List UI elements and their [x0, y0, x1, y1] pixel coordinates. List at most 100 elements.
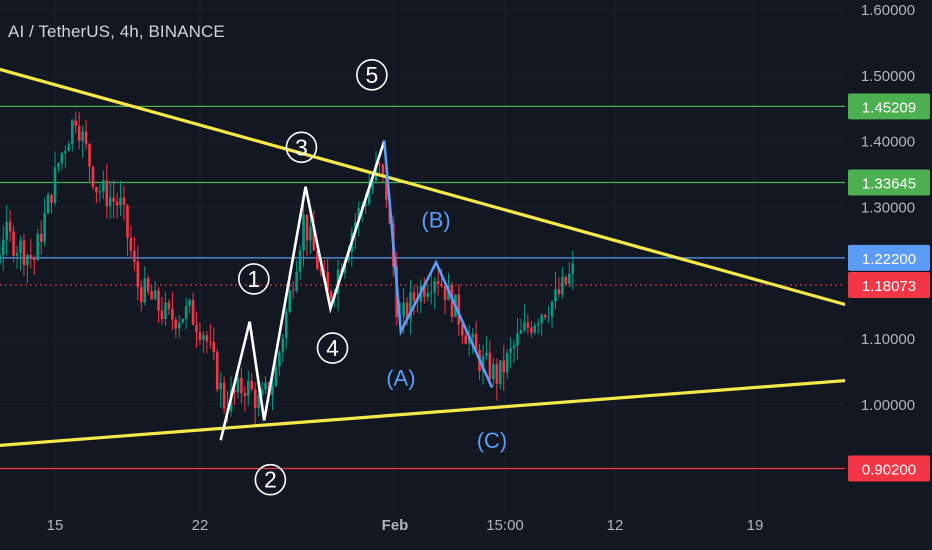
- candle-body: [177, 322, 181, 329]
- candle-body: [98, 191, 102, 193]
- candle-body: [12, 231, 15, 256]
- candle-body: [381, 164, 385, 175]
- candle-body: [222, 382, 226, 409]
- candle-body: [243, 393, 247, 397]
- wave-label: 1: [247, 266, 260, 292]
- candle-body: [440, 283, 443, 286]
- candle-body: [429, 292, 433, 294]
- chart-background: [0, 0, 932, 550]
- candle-body: [198, 332, 202, 340]
- candle-body: [564, 276, 568, 284]
- time-tick-label: 15: [47, 517, 64, 534]
- price-tick-label: 1.50000: [861, 68, 915, 85]
- candle-body: [278, 352, 281, 367]
- candle-body: [157, 290, 160, 311]
- candle-body: [212, 341, 216, 353]
- price-axis[interactable]: 1.60000 1.50000 1.40000 1.30000 1.10000 1.000…: [845, 0, 932, 550]
- price-tick-label: 1.30000: [861, 200, 915, 217]
- candle-body: [22, 240, 26, 265]
- candle-body: [288, 290, 292, 312]
- candle-body: [536, 323, 540, 326]
- price-level-label: 1.22200: [862, 251, 916, 268]
- candle-body: [105, 180, 109, 207]
- candle-body: [236, 377, 240, 393]
- candle-body: [554, 289, 557, 302]
- time-axis-bg: [0, 514, 845, 550]
- candle-body: [57, 163, 60, 168]
- candle-body: [81, 131, 84, 141]
- candle-body: [46, 194, 50, 214]
- candle-body: [298, 250, 302, 272]
- price-tick-label: 1.60000: [861, 2, 915, 19]
- candle-body: [15, 252, 19, 256]
- candle-body: [53, 167, 57, 203]
- wave-label: (A): [386, 366, 415, 391]
- candle-body: [36, 233, 40, 261]
- candle-body: [167, 302, 171, 309]
- candle-body: [309, 227, 312, 241]
- candle-body: [571, 263, 575, 274]
- chart-title: AI / TetherUS, 4h, BINANCE: [8, 22, 225, 41]
- candle-body: [567, 273, 571, 284]
- candle-body: [543, 314, 547, 317]
- candle-body: [495, 364, 499, 384]
- candle-body: [5, 221, 8, 240]
- candle-body: [550, 301, 554, 317]
- time-tick-label: 15:00: [486, 517, 524, 534]
- candle-body: [305, 214, 309, 241]
- candle-body: [43, 213, 46, 242]
- candle-body: [84, 131, 88, 145]
- candle-body: [188, 300, 191, 306]
- candle-body: [205, 335, 209, 342]
- time-tick-label: 12: [607, 517, 624, 534]
- time-tick-label: 22: [192, 517, 209, 534]
- candle-body: [402, 302, 405, 317]
- candle-body: [291, 290, 295, 292]
- candle-body: [488, 352, 492, 380]
- candle-body: [471, 333, 474, 338]
- candle-body: [150, 291, 153, 300]
- candle-body: [219, 382, 222, 390]
- price-level-label: 1.33645: [862, 176, 916, 193]
- candle-body: [215, 352, 219, 390]
- candle-body: [530, 327, 533, 333]
- candle-body: [240, 377, 243, 394]
- candle-body: [523, 322, 526, 331]
- candle-body: [547, 316, 550, 318]
- candle-body: [274, 366, 278, 386]
- candle-body: [202, 335, 205, 340]
- wave-label: (C): [477, 428, 508, 453]
- candle-body: [115, 201, 119, 206]
- candle-body: [153, 290, 157, 300]
- candle-body: [119, 197, 122, 206]
- candle-body: [540, 314, 543, 324]
- candle-body: [32, 257, 36, 261]
- candle-body: [443, 285, 447, 301]
- candle-body: [561, 276, 564, 295]
- candle-body: [502, 360, 506, 373]
- wave-label: (B): [421, 208, 450, 233]
- time-tick-label: 19: [747, 517, 764, 534]
- candle-body: [209, 341, 212, 343]
- candle-body: [378, 163, 381, 165]
- time-axis[interactable]: 15 22 Feb 15:00 12 19: [0, 514, 845, 550]
- price-level-label: 0.90200: [862, 462, 916, 479]
- candle-body: [8, 221, 12, 232]
- candle-body: [329, 291, 333, 299]
- candle-body: [122, 197, 126, 206]
- candle-body: [143, 278, 147, 303]
- candle-body: [39, 233, 43, 242]
- candle-body: [102, 180, 105, 192]
- candle-body: [302, 214, 305, 251]
- candle-body: [77, 125, 81, 141]
- candle-body: [412, 292, 416, 301]
- candle-body: [91, 166, 95, 187]
- candle-body: [1, 239, 5, 255]
- candle-body: [164, 302, 167, 319]
- candle-body: [67, 144, 71, 152]
- candle-body: [250, 380, 254, 390]
- candle-body: [533, 325, 537, 333]
- candle-body: [146, 278, 150, 292]
- price-chart[interactable]: 12345(A)(B)(C) 1.600001.500001.400001.30…: [0, 0, 932, 550]
- candle-body: [271, 385, 274, 396]
